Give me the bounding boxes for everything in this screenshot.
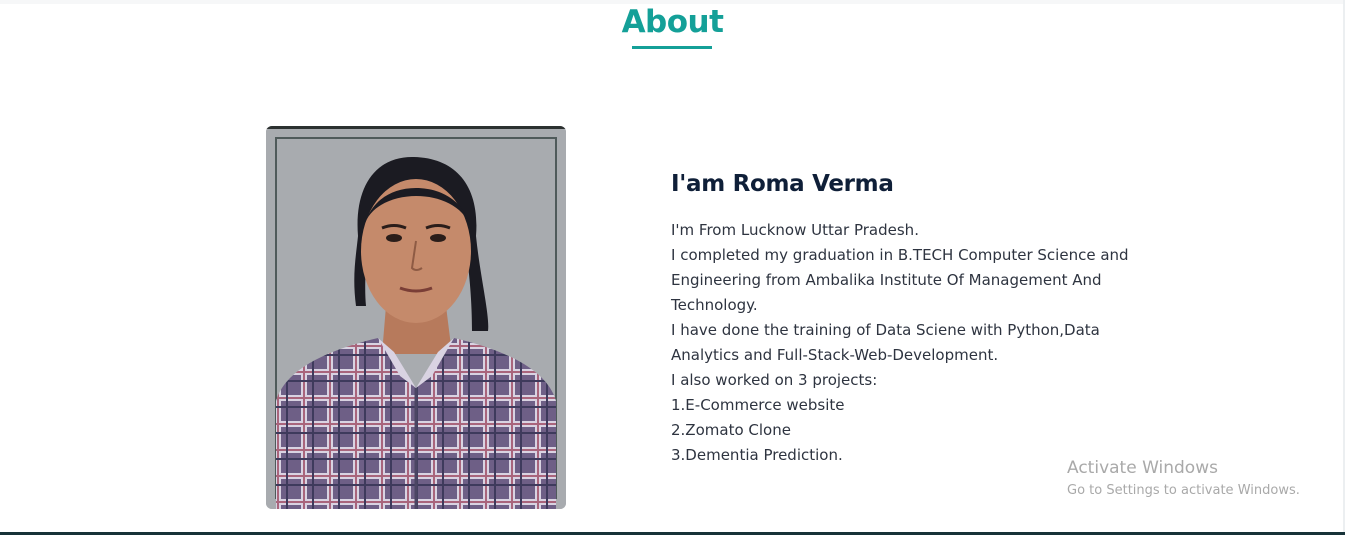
watermark-title: Activate Windows — [1067, 458, 1218, 478]
watermark-subtitle: Go to Settings to activate Windows. — [1067, 483, 1300, 498]
title-underline — [632, 46, 712, 49]
bio-line: I also worked on 3 projects: — [671, 371, 878, 389]
bio-line: I completed my graduation in B.TECH Comp… — [671, 246, 1129, 264]
project-item: 2.Zomato Clone — [671, 421, 791, 439]
activate-windows-watermark: Activate Windows Go to Settings to activ… — [1067, 456, 1300, 502]
bio-line: I'm From Lucknow Uttar Pradesh. — [671, 221, 919, 239]
section-title: About — [621, 4, 724, 40]
about-page: About I'am Roma Verma I'm From Lucknow U… — [0, 0, 1345, 535]
project-item: 1.E-Commerce website — [671, 396, 845, 414]
bio-line: I have done the training of Data Sciene … — [671, 321, 1100, 339]
profile-photo — [266, 126, 566, 509]
bio-text: I'm From Lucknow Uttar Pradesh. I comple… — [671, 218, 1191, 468]
bio-line: Technology. — [671, 296, 758, 314]
bio-line: Analytics and Full-Stack-Web-Development… — [671, 346, 999, 364]
bio-line: Engineering from Ambalika Institute Of M… — [671, 271, 1102, 289]
profile-photo-image — [266, 126, 566, 509]
about-heading: I'am Roma Verma — [671, 171, 894, 197]
